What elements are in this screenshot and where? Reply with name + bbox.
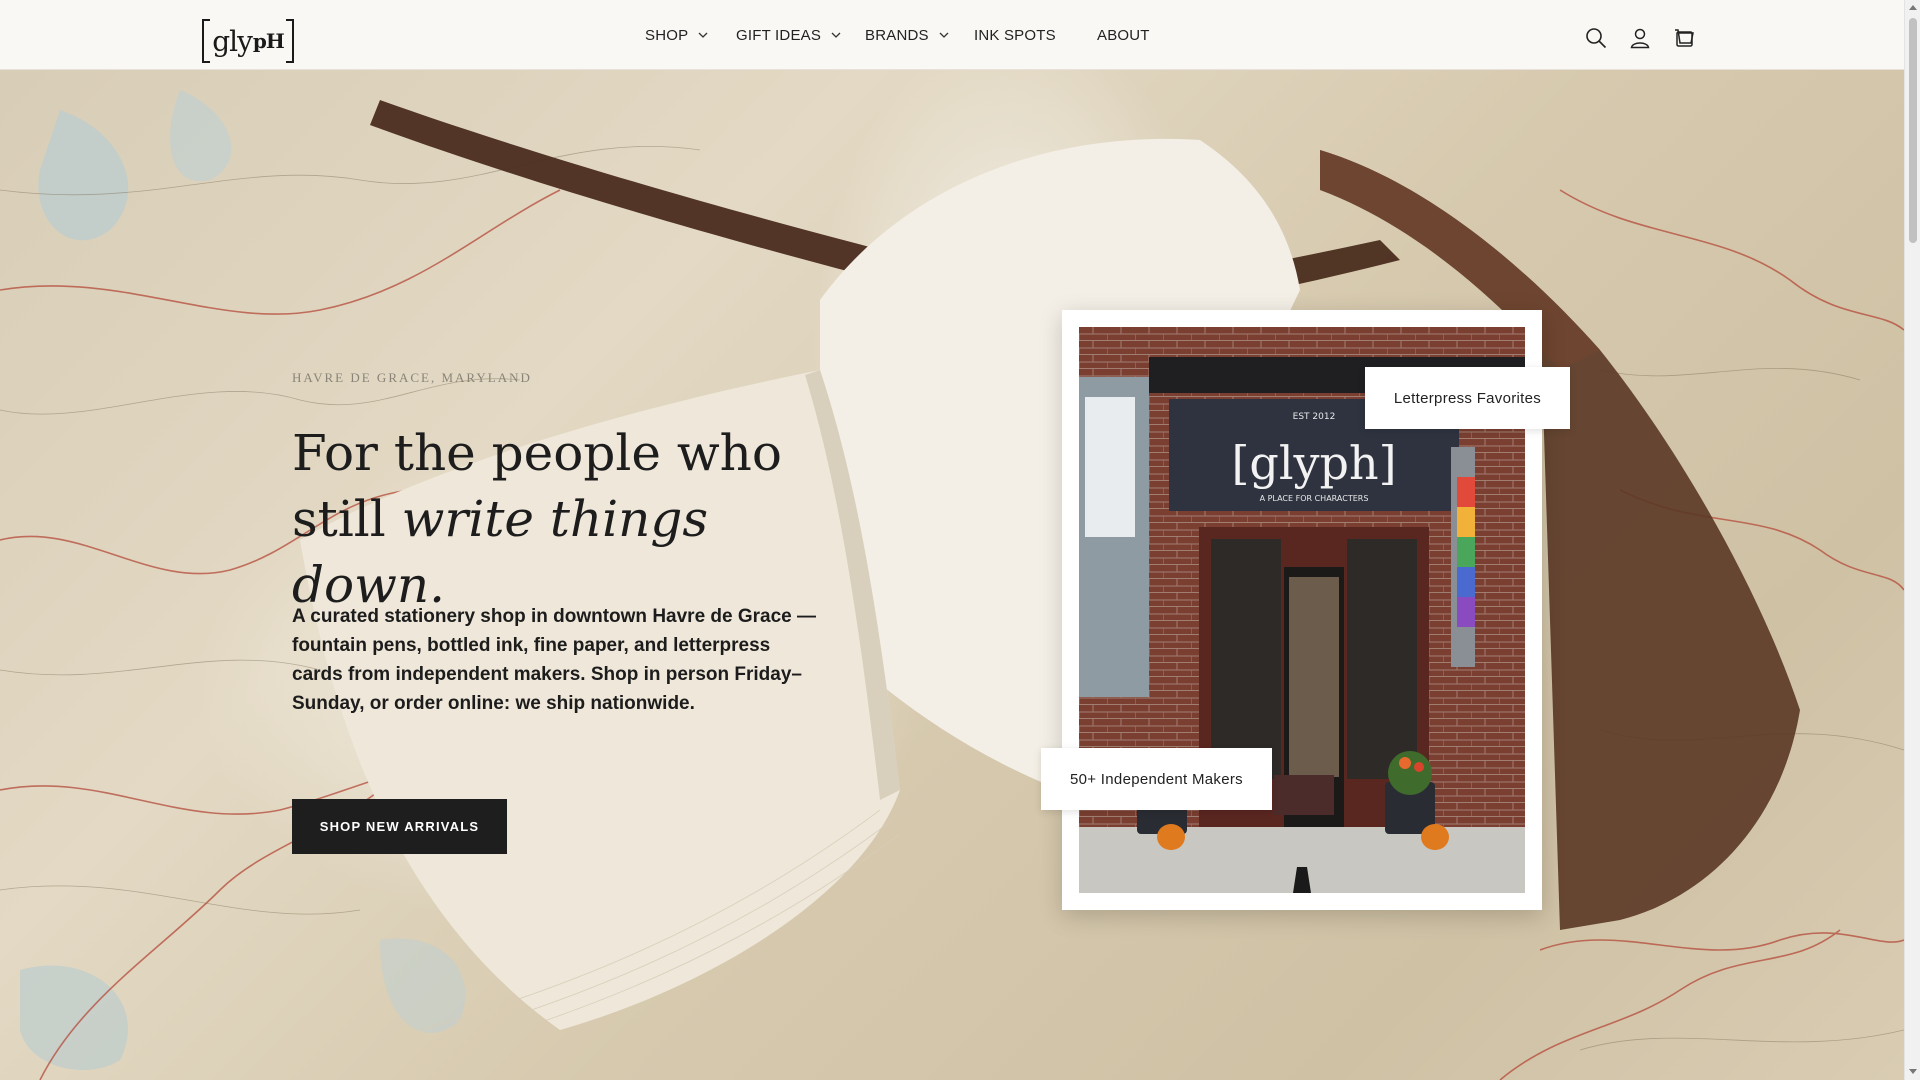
headline-line1: For the people who [292,424,782,482]
logo-text: gly [212,24,253,58]
map-background-image [0,90,1904,1080]
nav-shop[interactable]: SHOP [645,0,708,70]
hero-headline: For the people who still write things do… [292,420,852,618]
nav-gift-ideas-label: GIFT IDEAS [736,26,822,44]
hero-section: HAVRE DE GRACE, MARYLAND For the people … [0,70,1904,1080]
nav-gift-ideas[interactable]: GIFT IDEAS [736,0,841,70]
page-scrollbar[interactable] [1904,0,1920,1080]
nav-ink-spots[interactable]: INK SPOTS [974,0,1056,70]
nav-ink-spots-label: INK SPOTS [974,26,1056,44]
search-icon[interactable] [1585,27,1607,49]
chevron-down-icon [698,32,708,38]
letterpress-favorites-tag: Letterpress Favorites [1365,367,1570,429]
logo[interactable]: gly pH [202,19,294,63]
nav-about[interactable]: ABOUT [1097,0,1150,70]
nav-brands-label: BRANDS [865,26,929,44]
chevron-down-icon [939,32,949,38]
storefront-tagline-text: A PLACE FOR CHARACTERS [1260,494,1369,503]
nav-about-label: ABOUT [1097,26,1150,44]
site-header: gly pH SHOP GIFT IDEAS BRANDS INK SPOTS A… [0,0,1904,70]
chevron-down-icon [831,32,841,38]
nav-shop-label: SHOP [645,26,689,44]
cart-icon[interactable] [1673,27,1695,49]
scrollbar-thumb[interactable] [1909,18,1917,243]
shop-new-arrivals-button[interactable]: SHOP NEW ARRIVALS [292,799,507,854]
independent-makers-tag: 50+ Independent Makers [1041,748,1272,810]
scroll-up-arrow-icon[interactable] [1909,5,1917,10]
headline-line2-plain: still [292,490,402,548]
account-icon[interactable] [1629,27,1651,49]
hero-description: A curated stationery shop in downtown Ha… [292,606,817,714]
storefront-sign-text: [glyph] [1231,436,1396,490]
scroll-down-arrow-icon[interactable] [1909,1069,1917,1074]
hero-eyebrow: HAVRE DE GRACE, MARYLAND [292,370,532,385]
logo-ph: pH [252,29,285,53]
nav-brands[interactable]: BRANDS [865,0,949,70]
storefront-est-text: EST 2012 [1293,412,1336,422]
